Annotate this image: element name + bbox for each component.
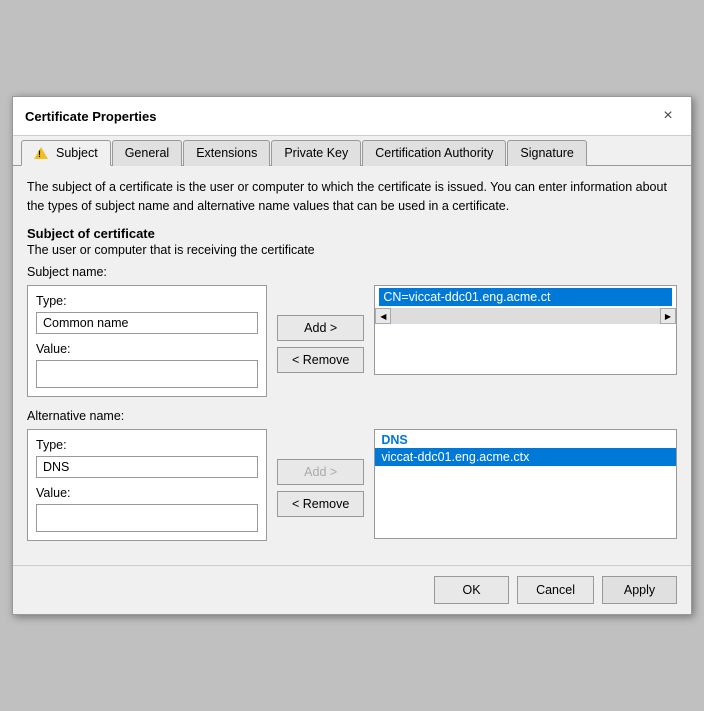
tab-extensions[interactable]: Extensions — [183, 140, 270, 166]
scroll-left-arrow[interactable]: ◀ — [375, 308, 391, 324]
alt-type-label: Type: — [36, 438, 258, 452]
subject-list-scrollbar[interactable]: ◀ ▶ — [375, 308, 676, 324]
subject-name-list-item: CN=viccat-ddc01.eng.acme.ct — [379, 288, 672, 306]
tab-subject-label: Subject — [56, 146, 98, 160]
alt-name-label: Alternative name: — [27, 409, 677, 423]
alt-type-select-wrapper: DNS Email IP URI — [36, 456, 258, 478]
ok-button[interactable]: OK — [434, 576, 509, 604]
tab-signature-label: Signature — [520, 146, 574, 160]
subject-name-label: Subject name: — [27, 265, 677, 279]
tab-general[interactable]: General — [112, 140, 182, 166]
alt-name-right-panel: DNS viccat-ddc01.eng.acme.ctx — [374, 429, 677, 539]
alt-list-header: DNS — [375, 430, 676, 448]
alt-name-left-panel: Type: DNS Email IP URI Value: — [27, 429, 267, 541]
close-button[interactable]: × — [657, 105, 679, 127]
certificate-properties-dialog: Certificate Properties × ! Subject Gener… — [12, 96, 692, 615]
tab-content: The subject of a certificate is the user… — [13, 166, 691, 565]
subject-name-buttons: Add > < Remove — [277, 285, 364, 373]
tab-extensions-label: Extensions — [196, 146, 257, 160]
cancel-button[interactable]: Cancel — [517, 576, 594, 604]
description-text: The subject of a certificate is the user… — [27, 178, 677, 216]
subject-type-select-wrapper: Common name Organization Organizational … — [36, 312, 258, 334]
alt-name-row: Type: DNS Email IP URI Value: Add > < Re… — [27, 429, 677, 541]
subject-value-label: Value: — [36, 342, 258, 356]
subject-add-button[interactable]: Add > — [277, 315, 364, 341]
alt-remove-button[interactable]: < Remove — [277, 491, 364, 517]
subject-of-cert-title: Subject of certificate — [27, 226, 677, 241]
alt-value-input[interactable] — [36, 504, 258, 532]
subject-of-cert-subtitle: The user or computer that is receiving t… — [27, 243, 677, 257]
subject-name-left-panel: Type: Common name Organization Organizat… — [27, 285, 267, 397]
alt-name-list[interactable]: DNS viccat-ddc01.eng.acme.ctx — [374, 429, 677, 539]
tab-cert-authority-label: Certification Authority — [375, 146, 493, 160]
tab-general-label: General — [125, 146, 169, 160]
subject-name-right-panel: CN=viccat-ddc01.eng.acme.ct ◀ ▶ — [374, 285, 677, 375]
tab-subject[interactable]: ! Subject — [21, 140, 111, 166]
subject-name-row: Type: Common name Organization Organizat… — [27, 285, 677, 397]
alt-type-select[interactable]: DNS Email IP URI — [36, 456, 258, 478]
tab-bar: ! Subject General Extensions Private Key… — [13, 136, 691, 166]
apply-button[interactable]: Apply — [602, 576, 677, 604]
bottom-bar: OK Cancel Apply — [13, 565, 691, 614]
tab-private-key[interactable]: Private Key — [271, 140, 361, 166]
subject-value-input[interactable] — [36, 360, 258, 388]
dialog-title: Certificate Properties — [25, 109, 157, 124]
alt-list-item: viccat-ddc01.eng.acme.ctx — [375, 448, 676, 466]
scroll-track — [391, 308, 660, 324]
alt-name-buttons: Add > < Remove — [277, 429, 364, 517]
tab-cert-authority[interactable]: Certification Authority — [362, 140, 506, 166]
alt-add-button[interactable]: Add > — [277, 459, 364, 485]
subject-remove-button[interactable]: < Remove — [277, 347, 364, 373]
scroll-right-arrow[interactable]: ▶ — [660, 308, 676, 324]
alt-value-label: Value: — [36, 486, 258, 500]
subject-type-label: Type: — [36, 294, 258, 308]
tab-signature[interactable]: Signature — [507, 140, 587, 166]
tab-private-key-label: Private Key — [284, 146, 348, 160]
title-bar: Certificate Properties × — [13, 97, 691, 136]
subject-type-select[interactable]: Common name Organization Organizational … — [36, 312, 258, 334]
subject-name-list[interactable]: CN=viccat-ddc01.eng.acme.ct ◀ ▶ — [374, 285, 677, 375]
